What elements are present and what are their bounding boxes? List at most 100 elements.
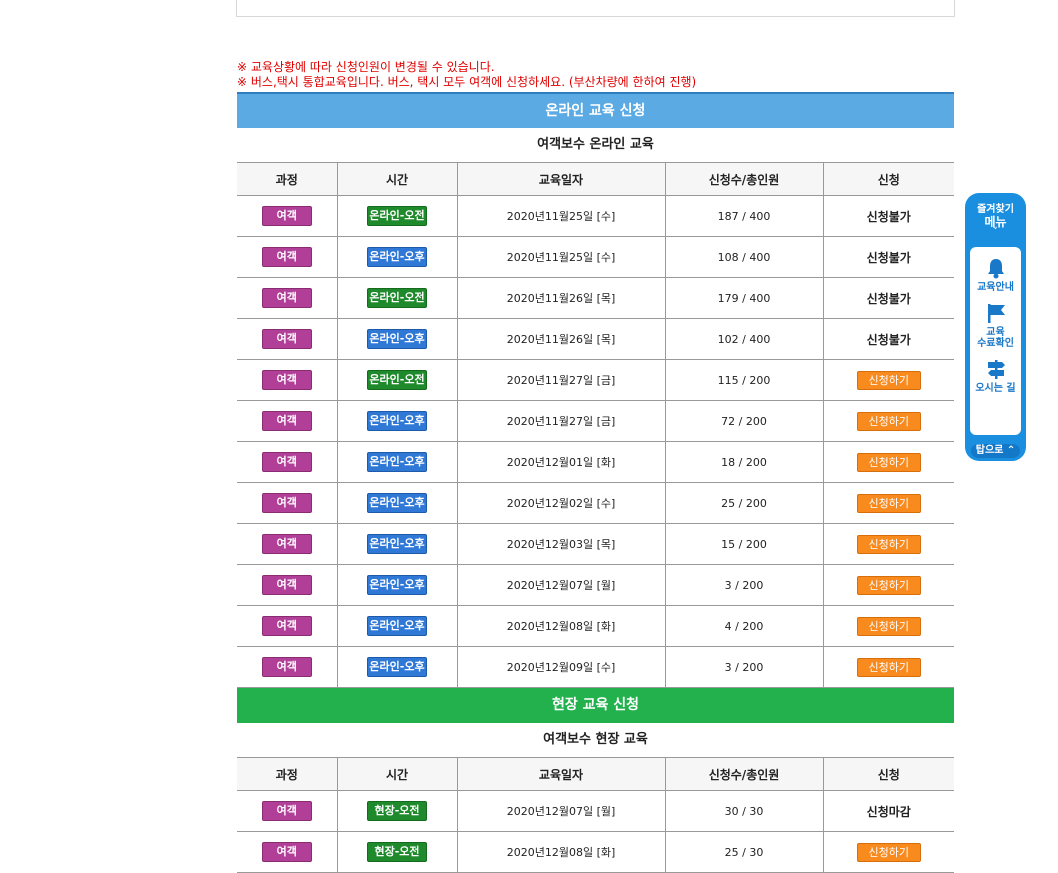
column-header: 신청수/총인원 <box>664 757 823 791</box>
status-text: 신청마감 <box>866 804 911 819</box>
session-cell: 온라인-오후 <box>336 646 457 688</box>
course-cell: 여객 <box>237 523 337 565</box>
column-header: 신청 <box>822 162 954 196</box>
session-badge: 온라인-오후 <box>367 657 427 677</box>
quick-item-edu-info[interactable]: 교육안내 <box>970 257 1021 293</box>
apply-button[interactable]: 신청하기 <box>856 452 921 472</box>
table-header-row: 과정 시간 교육일자 신청수/총인원 신청 <box>237 757 954 791</box>
table-header-row: 과정 시간 교육일자 신청수/총인원 신청 <box>237 162 954 196</box>
quick-menu-title: 즐겨찾기 메뉴 ˅ <box>965 193 1026 237</box>
apply-button[interactable]: 신청하기 <box>856 616 921 636</box>
apply-button[interactable]: 신청하기 <box>856 657 921 677</box>
column-header: 과정 <box>237 162 337 196</box>
session-badge: 온라인-오후 <box>367 616 427 636</box>
apply-button[interactable]: 신청하기 <box>856 575 921 595</box>
apply-button[interactable]: 신청하기 <box>856 411 921 431</box>
date-cell: 2020년12월09일 [수] <box>456 646 665 688</box>
date-cell: 2020년12월07일 [월] <box>456 790 665 832</box>
scroll-to-top-button[interactable]: 탑으로 ⌃ <box>971 444 1020 458</box>
status-text: 신청불가 <box>866 250 911 265</box>
count-cell: 108 / 400 <box>664 236 823 278</box>
session-cell: 온라인-오후 <box>336 564 457 606</box>
course-badge: 여객 <box>261 370 312 390</box>
course-cell: 여객 <box>237 195 337 237</box>
count-cell: 18 / 200 <box>664 441 823 483</box>
session-badge: 온라인-오후 <box>367 329 427 349</box>
column-header: 시간 <box>336 162 457 196</box>
apply-cell: 신청하기 <box>822 831 954 873</box>
course-badge: 여객 <box>261 452 312 472</box>
session-cell: 온라인-오후 <box>336 236 457 278</box>
chevron-down-icon: ˅ <box>993 227 998 237</box>
course-badge: 여객 <box>261 206 312 226</box>
apply-button[interactable]: 신청하기 <box>856 534 921 554</box>
course-badge: 여객 <box>261 842 312 862</box>
date-cell: 2020년11월27일 [금] <box>456 359 665 401</box>
quick-item-completion[interactable]: 교육 수료확인 <box>970 302 1021 349</box>
course-badge: 여객 <box>261 657 312 677</box>
table-row: 여객 온라인-오후 2020년11월27일 [금] 72 / 200 신청하기 <box>237 400 954 442</box>
session-cell: 현장-오전 <box>336 831 457 873</box>
session-cell: 온라인-오전 <box>336 359 457 401</box>
apply-button[interactable]: 신청하기 <box>856 370 921 390</box>
course-badge: 여객 <box>261 534 312 554</box>
table-row: 여객 온라인-오후 2020년12월07일 [월] 3 / 200 신청하기 <box>237 564 954 606</box>
count-cell: 3 / 200 <box>664 646 823 688</box>
session-cell: 온라인-오후 <box>336 441 457 483</box>
session-cell: 온라인-오후 <box>336 400 457 442</box>
online-rows: 여객 온라인-오전 2020년11월25일 [수] 187 / 400 신청불가 여객 온라… <box>237 195 954 688</box>
notice-area: ※ 교육상황에 따라 신청인원이 변경될 수 있습니다. ※ 버스,택시 통합교… <box>237 60 696 90</box>
table-row: 여객 온라인-오후 2020년12월01일 [화] 18 / 200 신청하기 <box>237 441 954 483</box>
course-badge: 여객 <box>261 493 312 513</box>
course-badge: 여객 <box>261 616 312 636</box>
course-cell: 여객 <box>237 605 337 647</box>
onsite-section-header: 현장 교육 신청 <box>237 688 954 723</box>
apply-cell: 신청불가 <box>822 236 954 278</box>
table-row: 여객 온라인-오후 2020년12월03일 [목] 15 / 200 신청하기 <box>237 523 954 565</box>
course-cell: 여객 <box>237 790 337 832</box>
course-badge: 여객 <box>261 801 312 821</box>
quick-menu-panel: 교육안내 교육 수료확인 오시는 길 <box>970 247 1021 435</box>
count-cell: 3 / 200 <box>664 564 823 606</box>
apply-cell: 신청하기 <box>822 646 954 688</box>
status-text: 신청불가 <box>866 209 911 224</box>
table-row: 여객 온라인-오후 2020년12월08일 [화] 4 / 200 신청하기 <box>237 605 954 647</box>
course-cell: 여객 <box>237 318 337 360</box>
quick-item-directions[interactable]: 오시는 길 <box>970 358 1021 394</box>
count-cell: 30 / 30 <box>664 790 823 832</box>
course-badge: 여객 <box>261 247 312 267</box>
session-badge: 온라인-오후 <box>367 411 427 431</box>
session-badge: 온라인-오후 <box>367 493 427 513</box>
status-text: 신청불가 <box>866 332 911 347</box>
bell-icon <box>987 259 1004 279</box>
course-cell: 여객 <box>237 831 337 873</box>
status-text: 신청불가 <box>866 291 911 306</box>
online-section-header: 온라인 교육 신청 <box>237 92 954 128</box>
course-cell: 여객 <box>237 359 337 401</box>
session-badge: 현장-오전 <box>367 801 427 821</box>
column-header: 시간 <box>336 757 457 791</box>
date-cell: 2020년12월03일 [목] <box>456 523 665 565</box>
date-cell: 2020년11월27일 [금] <box>456 400 665 442</box>
count-cell: 187 / 400 <box>664 195 823 237</box>
onsite-rows: 여객 현장-오전 2020년12월07일 [월] 30 / 30 신청마감 여객 현장-오전… <box>237 790 954 873</box>
apply-cell: 신청하기 <box>822 564 954 606</box>
session-badge: 온라인-오전 <box>367 370 427 390</box>
quick-item-label: 교육 <box>986 327 1005 338</box>
apply-cell: 신청하기 <box>822 523 954 565</box>
date-cell: 2020년12월01일 [화] <box>456 441 665 483</box>
course-badge: 여객 <box>261 411 312 431</box>
apply-button[interactable]: 신청하기 <box>856 842 921 862</box>
date-cell: 2020년12월08일 [화] <box>456 605 665 647</box>
course-cell: 여객 <box>237 400 337 442</box>
session-badge: 온라인-오전 <box>367 288 427 308</box>
table-row: 여객 온라인-오후 2020년11월25일 [수] 108 / 400 신청불가 <box>237 236 954 278</box>
table-row: 여객 온라인-오후 2020년12월02일 [수] 25 / 200 신청하기 <box>237 482 954 524</box>
session-badge: 온라인-오후 <box>367 575 427 595</box>
table-row: 여객 현장-오전 2020년12월08일 [화] 25 / 30 신청하기 <box>237 831 954 873</box>
course-cell: 여객 <box>237 564 337 606</box>
apply-button[interactable]: 신청하기 <box>856 493 921 513</box>
apply-cell: 신청마감 <box>822 790 954 832</box>
onsite-subtitle: 여객보수 현장 교육 <box>543 732 648 747</box>
top-content-box <box>236 0 955 17</box>
